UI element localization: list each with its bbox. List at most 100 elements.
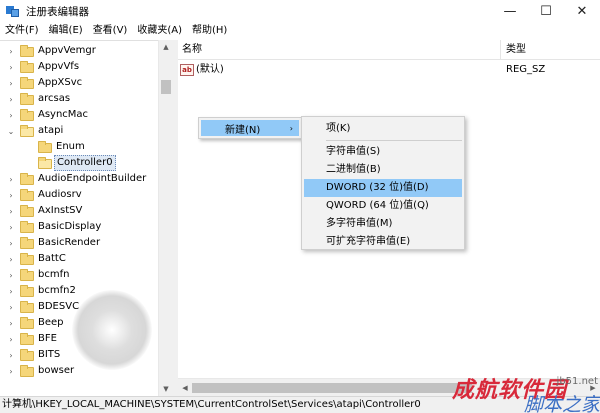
tree-item-label: bcmfn2: [38, 285, 76, 296]
column-name-header[interactable]: 名称: [178, 40, 500, 60]
chevron-right-icon[interactable]: ›: [6, 319, 16, 328]
column-type-header[interactable]: 类型: [502, 40, 600, 60]
tree-item[interactable]: › AsyncMac: [0, 107, 158, 123]
tree-item[interactable]: › AppXSvc: [0, 75, 158, 91]
submenu-item-qword-value[interactable]: QWORD (64 位)值(Q): [304, 197, 462, 215]
folder-icon: [20, 173, 34, 185]
tree-item-label: BasicDisplay: [38, 221, 102, 232]
chevron-right-icon[interactable]: ›: [6, 175, 16, 184]
submenu-item-binary-value[interactable]: 二进制值(B): [304, 161, 462, 179]
tree-item-label: Audiosrv: [38, 189, 82, 200]
submenu-item-dword-value[interactable]: DWORD (32 位)值(D): [304, 179, 462, 197]
tree-item[interactable]: › BasicRender: [0, 235, 158, 251]
chevron-right-icon[interactable]: ›: [6, 367, 16, 376]
tree-item[interactable]: › AudioEndpointBuilder: [0, 171, 158, 187]
tree-item[interactable]: Controller0: [0, 155, 158, 171]
folder-icon: [38, 157, 52, 169]
chevron-right-icon[interactable]: ›: [6, 335, 16, 344]
context-menu-new[interactable]: 新建(N) ›: [201, 120, 299, 136]
chevron-right-icon[interactable]: ›: [6, 271, 16, 280]
tree-item[interactable]: › Audiosrv: [0, 187, 158, 203]
menu-view[interactable]: 查看(V): [88, 22, 133, 40]
scroll-thumb[interactable]: [192, 383, 472, 393]
submenu-item-multi-string-value[interactable]: 多字符串值(M): [304, 215, 462, 233]
tree-item-label: AppvVfs: [38, 61, 80, 72]
tree-item[interactable]: › AxInstSV: [0, 203, 158, 219]
tree-item-label: BasicRender: [38, 237, 101, 248]
scroll-up-icon[interactable]: ▲: [159, 40, 173, 54]
title-bar: 注册表编辑器 — ☐ ✕: [0, 0, 600, 22]
tree-item-label: Beep: [38, 317, 64, 328]
menu-favorites[interactable]: 收藏夹(A): [132, 22, 187, 40]
submenu-item-key[interactable]: 项(K): [304, 120, 462, 138]
scroll-left-icon[interactable]: ◀: [178, 379, 192, 397]
folder-icon: [20, 237, 34, 249]
tree-vertical-scrollbar[interactable]: ▲ ▼: [158, 40, 172, 396]
list-header: 名称 类型: [178, 40, 600, 60]
folder-icon: [20, 349, 34, 361]
tree-item[interactable]: › bowser: [0, 363, 158, 379]
site-watermark-logo: 成航软件园 jb51.net 脚本之家: [452, 372, 600, 413]
submenu-arrow-icon: ›: [289, 123, 293, 133]
regedit-app-icon: [6, 4, 20, 18]
folder-icon: [20, 189, 34, 201]
tree-item[interactable]: › AppvVemgr: [0, 43, 158, 59]
tree-item-label: AsyncMac: [38, 109, 89, 120]
chevron-right-icon[interactable]: ›: [6, 207, 16, 216]
window-controls: — ☐ ✕: [492, 0, 600, 22]
tree-item[interactable]: Enum: [0, 139, 158, 155]
window-title: 注册表编辑器: [26, 5, 89, 18]
new-submenu: 项(K) 字符串值(S) 二进制值(B) DWORD (32 位)值(D) QW…: [301, 116, 465, 250]
menu-file[interactable]: 文件(F): [0, 22, 44, 40]
minimize-button[interactable]: —: [492, 0, 528, 22]
tree-item[interactable]: › bcmfn: [0, 267, 158, 283]
tree-item[interactable]: ⌄ atapi: [0, 123, 158, 139]
chevron-right-icon[interactable]: ›: [6, 255, 16, 264]
folder-icon: [20, 77, 34, 89]
folder-icon: [20, 93, 34, 105]
chevron-right-icon[interactable]: ›: [6, 191, 16, 200]
tree-item-label: BFE: [38, 333, 57, 344]
close-button[interactable]: ✕: [564, 0, 600, 22]
tree-item[interactable]: › BasicDisplay: [0, 219, 158, 235]
scroll-down-icon[interactable]: ▼: [159, 382, 173, 396]
folder-icon: [20, 221, 34, 233]
tree-item-label: Controller0: [54, 155, 116, 171]
chevron-right-icon[interactable]: ›: [6, 223, 16, 232]
menu-edit[interactable]: 编辑(E): [44, 22, 88, 40]
scroll-thumb[interactable]: [161, 80, 171, 94]
submenu-item-expandable-string-value[interactable]: 可扩充字符串值(E): [304, 233, 462, 251]
tree-item-label: AudioEndpointBuilder: [38, 173, 147, 184]
folder-icon: [38, 141, 52, 153]
tree-item-label: bcmfn: [38, 269, 70, 280]
folder-icon: [20, 253, 34, 265]
context-menu: 新建(N) ›: [198, 117, 302, 139]
tree-item[interactable]: › arcsas: [0, 91, 158, 107]
tree-item[interactable]: › BattC: [0, 251, 158, 267]
value-name: (默认): [196, 64, 224, 75]
tree-item-label: AppXSvc: [38, 77, 83, 88]
submenu-divider: [326, 140, 462, 141]
watermark-brand-tail: 脚本之家: [523, 394, 600, 413]
maximize-button[interactable]: ☐: [528, 0, 564, 22]
column-separator[interactable]: [500, 40, 501, 60]
folder-icon: [20, 365, 34, 377]
chevron-right-icon[interactable]: ›: [6, 47, 16, 56]
chevron-down-icon[interactable]: ⌄: [6, 127, 16, 136]
chevron-right-icon[interactable]: ›: [6, 351, 16, 360]
list-item[interactable]: ab (默认) REG_SZ: [178, 62, 600, 78]
chevron-right-icon[interactable]: ›: [6, 303, 16, 312]
chevron-right-icon[interactable]: ›: [6, 63, 16, 72]
chevron-right-icon[interactable]: ›: [6, 111, 16, 120]
folder-icon: [20, 205, 34, 217]
tree-item[interactable]: › AppvVfs: [0, 59, 158, 75]
chevron-right-icon[interactable]: ›: [6, 79, 16, 88]
tree-item-label: BDESVC: [38, 301, 80, 312]
submenu-item-string-value[interactable]: 字符串值(S): [304, 143, 462, 161]
chevron-right-icon[interactable]: ›: [6, 287, 16, 296]
chevron-right-icon[interactable]: ›: [6, 95, 16, 104]
menu-help[interactable]: 帮助(H): [187, 22, 232, 40]
folder-icon: [20, 333, 34, 345]
chevron-right-icon[interactable]: ›: [6, 239, 16, 248]
watermark-site: jb51.net: [556, 376, 598, 387]
